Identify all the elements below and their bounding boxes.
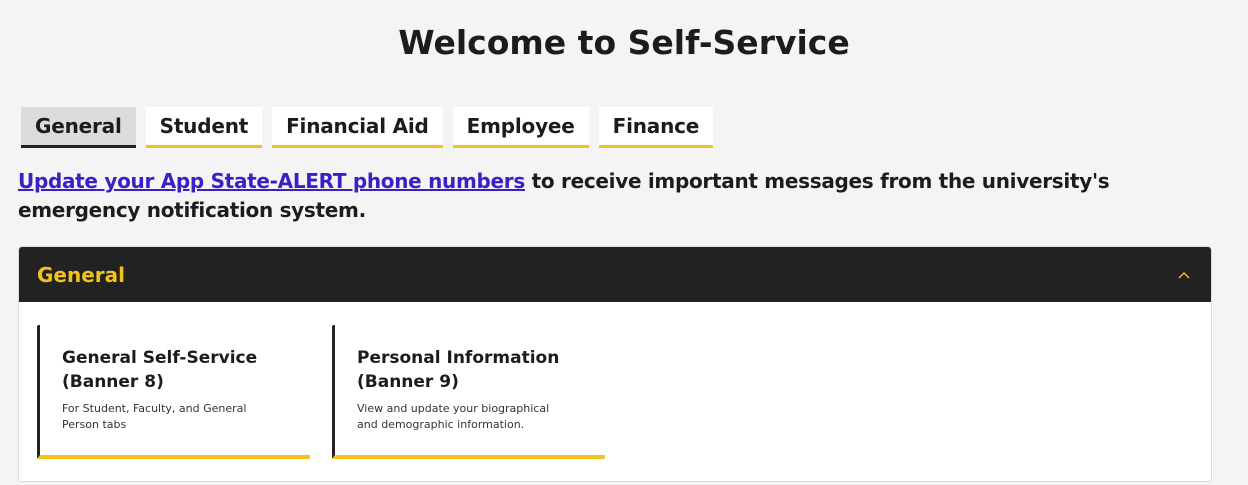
panel-title: General: [37, 262, 125, 287]
card-general-self-service[interactable]: General Self-Service (Banner 8) For Stud…: [37, 325, 310, 459]
card-title: General Self-Service (Banner 8): [62, 346, 290, 394]
tab-general[interactable]: General: [21, 107, 136, 148]
card-title-line1: General Self-Service: [62, 348, 258, 368]
card-description: For Student, Faculty, and General Person…: [62, 402, 247, 431]
card-personal-information[interactable]: Personal Information (Banner 9) View and…: [332, 325, 605, 459]
tab-student[interactable]: Student: [145, 107, 263, 148]
general-panel: General General Self-Service (Banner 8) …: [18, 246, 1212, 482]
card-title-line2: (Banner 8): [62, 372, 164, 392]
alert-message: Update your App State-ALERT phone number…: [18, 167, 1218, 225]
tab-financial-aid[interactable]: Financial Aid: [272, 107, 443, 148]
tab-finance[interactable]: Finance: [598, 107, 714, 148]
page-title: Welcome to Self-Service: [398, 23, 850, 62]
card-title-line2: (Banner 9): [357, 372, 459, 392]
general-panel-header[interactable]: General: [19, 247, 1211, 302]
update-alert-numbers-link[interactable]: Update your App State-ALERT phone number…: [18, 169, 525, 193]
card-title-line1: Personal Information: [357, 348, 560, 368]
card-description: View and update your biographical and de…: [357, 402, 550, 431]
tab-bar: General Student Financial Aid Employee F…: [21, 107, 714, 148]
chevron-up-icon[interactable]: [1177, 268, 1191, 282]
card-title: Personal Information (Banner 9): [357, 346, 585, 394]
tab-employee[interactable]: Employee: [452, 107, 589, 148]
